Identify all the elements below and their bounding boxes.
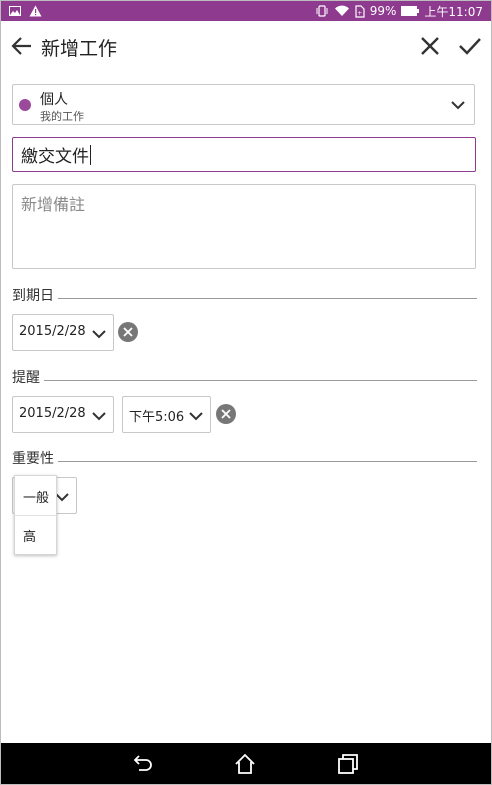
chevron-down-icon <box>55 493 69 502</box>
clock: 上午11:07 <box>424 4 483 19</box>
clear-reminder-button[interactable] <box>216 404 236 424</box>
divider <box>58 297 477 299</box>
nav-recents-button[interactable] <box>336 752 360 776</box>
screen: + 99% 上午11:07 新增工作 個人 我的工作 繳交文件 新增備註 到期日… <box>0 0 492 785</box>
priority-option-label: 一般 <box>23 491 50 506</box>
home-icon <box>235 753 255 774</box>
clear-circle-icon <box>216 404 236 424</box>
battery-icon <box>401 6 420 16</box>
chevron-down-icon <box>92 330 106 339</box>
chevron-down-icon <box>92 412 106 421</box>
notebook-selector[interactable]: 個人 我的工作 <box>12 84 475 125</box>
page-title: 新增工作 <box>41 38 118 60</box>
back-button[interactable] <box>11 35 33 57</box>
priority-option-normal[interactable]: 一般 <box>15 476 56 515</box>
reminder-date-picker[interactable]: 2015/2/28 <box>12 396 114 433</box>
notes-placeholder: 新增備註 <box>21 195 86 214</box>
priority-option-high[interactable]: 高 <box>15 515 56 554</box>
warning-icon <box>29 5 42 17</box>
priority-label: 重要性 <box>12 451 54 467</box>
reminder-time-value: 下午5:06 <box>129 410 185 425</box>
priority-section-header: 重要性 <box>12 449 477 467</box>
nav-home-button[interactable] <box>233 752 257 776</box>
app-bar: 新增工作 <box>1 21 491 73</box>
nav-back-button[interactable] <box>130 752 154 776</box>
task-title-value: 繳交文件 <box>21 147 89 167</box>
recent-apps-icon <box>338 754 358 774</box>
chevron-down-icon <box>189 412 203 421</box>
notes-input[interactable]: 新增備註 <box>12 184 476 269</box>
back-arrow-icon <box>133 755 152 771</box>
chevron-down-icon <box>451 101 465 110</box>
navigation-bar <box>1 743 491 784</box>
divider <box>58 460 477 462</box>
close-icon <box>421 37 439 55</box>
svg-text:+: + <box>357 10 362 17</box>
reminder-label: 提醒 <box>12 370 40 386</box>
arrow-left-icon <box>11 37 31 55</box>
due-date-section-header: 到期日 <box>12 286 477 304</box>
battery-saver-icon: + <box>355 4 365 18</box>
reminder-time-picker[interactable]: 下午5:06 <box>122 396 211 433</box>
notebook-name: 個人 <box>40 92 68 108</box>
due-date-label: 到期日 <box>12 288 54 304</box>
divider <box>44 379 477 381</box>
clear-circle-icon <box>118 322 138 342</box>
priority-option-label: 高 <box>23 530 37 545</box>
text-cursor <box>90 144 91 165</box>
save-button[interactable] <box>458 35 482 57</box>
notebook-color-dot <box>19 99 31 111</box>
notebook-subtitle: 我的工作 <box>40 110 84 123</box>
task-title-input[interactable]: 繳交文件 <box>12 137 476 172</box>
vibrate-icon <box>315 5 329 17</box>
wifi-icon <box>334 5 350 17</box>
battery-percent: 99% <box>369 4 397 18</box>
cancel-button[interactable] <box>419 35 441 57</box>
check-icon <box>459 38 481 55</box>
reminder-section-header: 提醒 <box>12 368 477 386</box>
clear-due-date-button[interactable] <box>118 322 138 342</box>
image-icon <box>9 6 21 16</box>
status-bar: + 99% 上午11:07 <box>1 1 491 21</box>
due-date-picker[interactable]: 2015/2/28 <box>12 314 114 351</box>
due-date-value: 2015/2/28 <box>19 324 86 339</box>
priority-options-menu: 一般 高 <box>14 475 57 555</box>
reminder-date-value: 2015/2/28 <box>19 406 86 421</box>
